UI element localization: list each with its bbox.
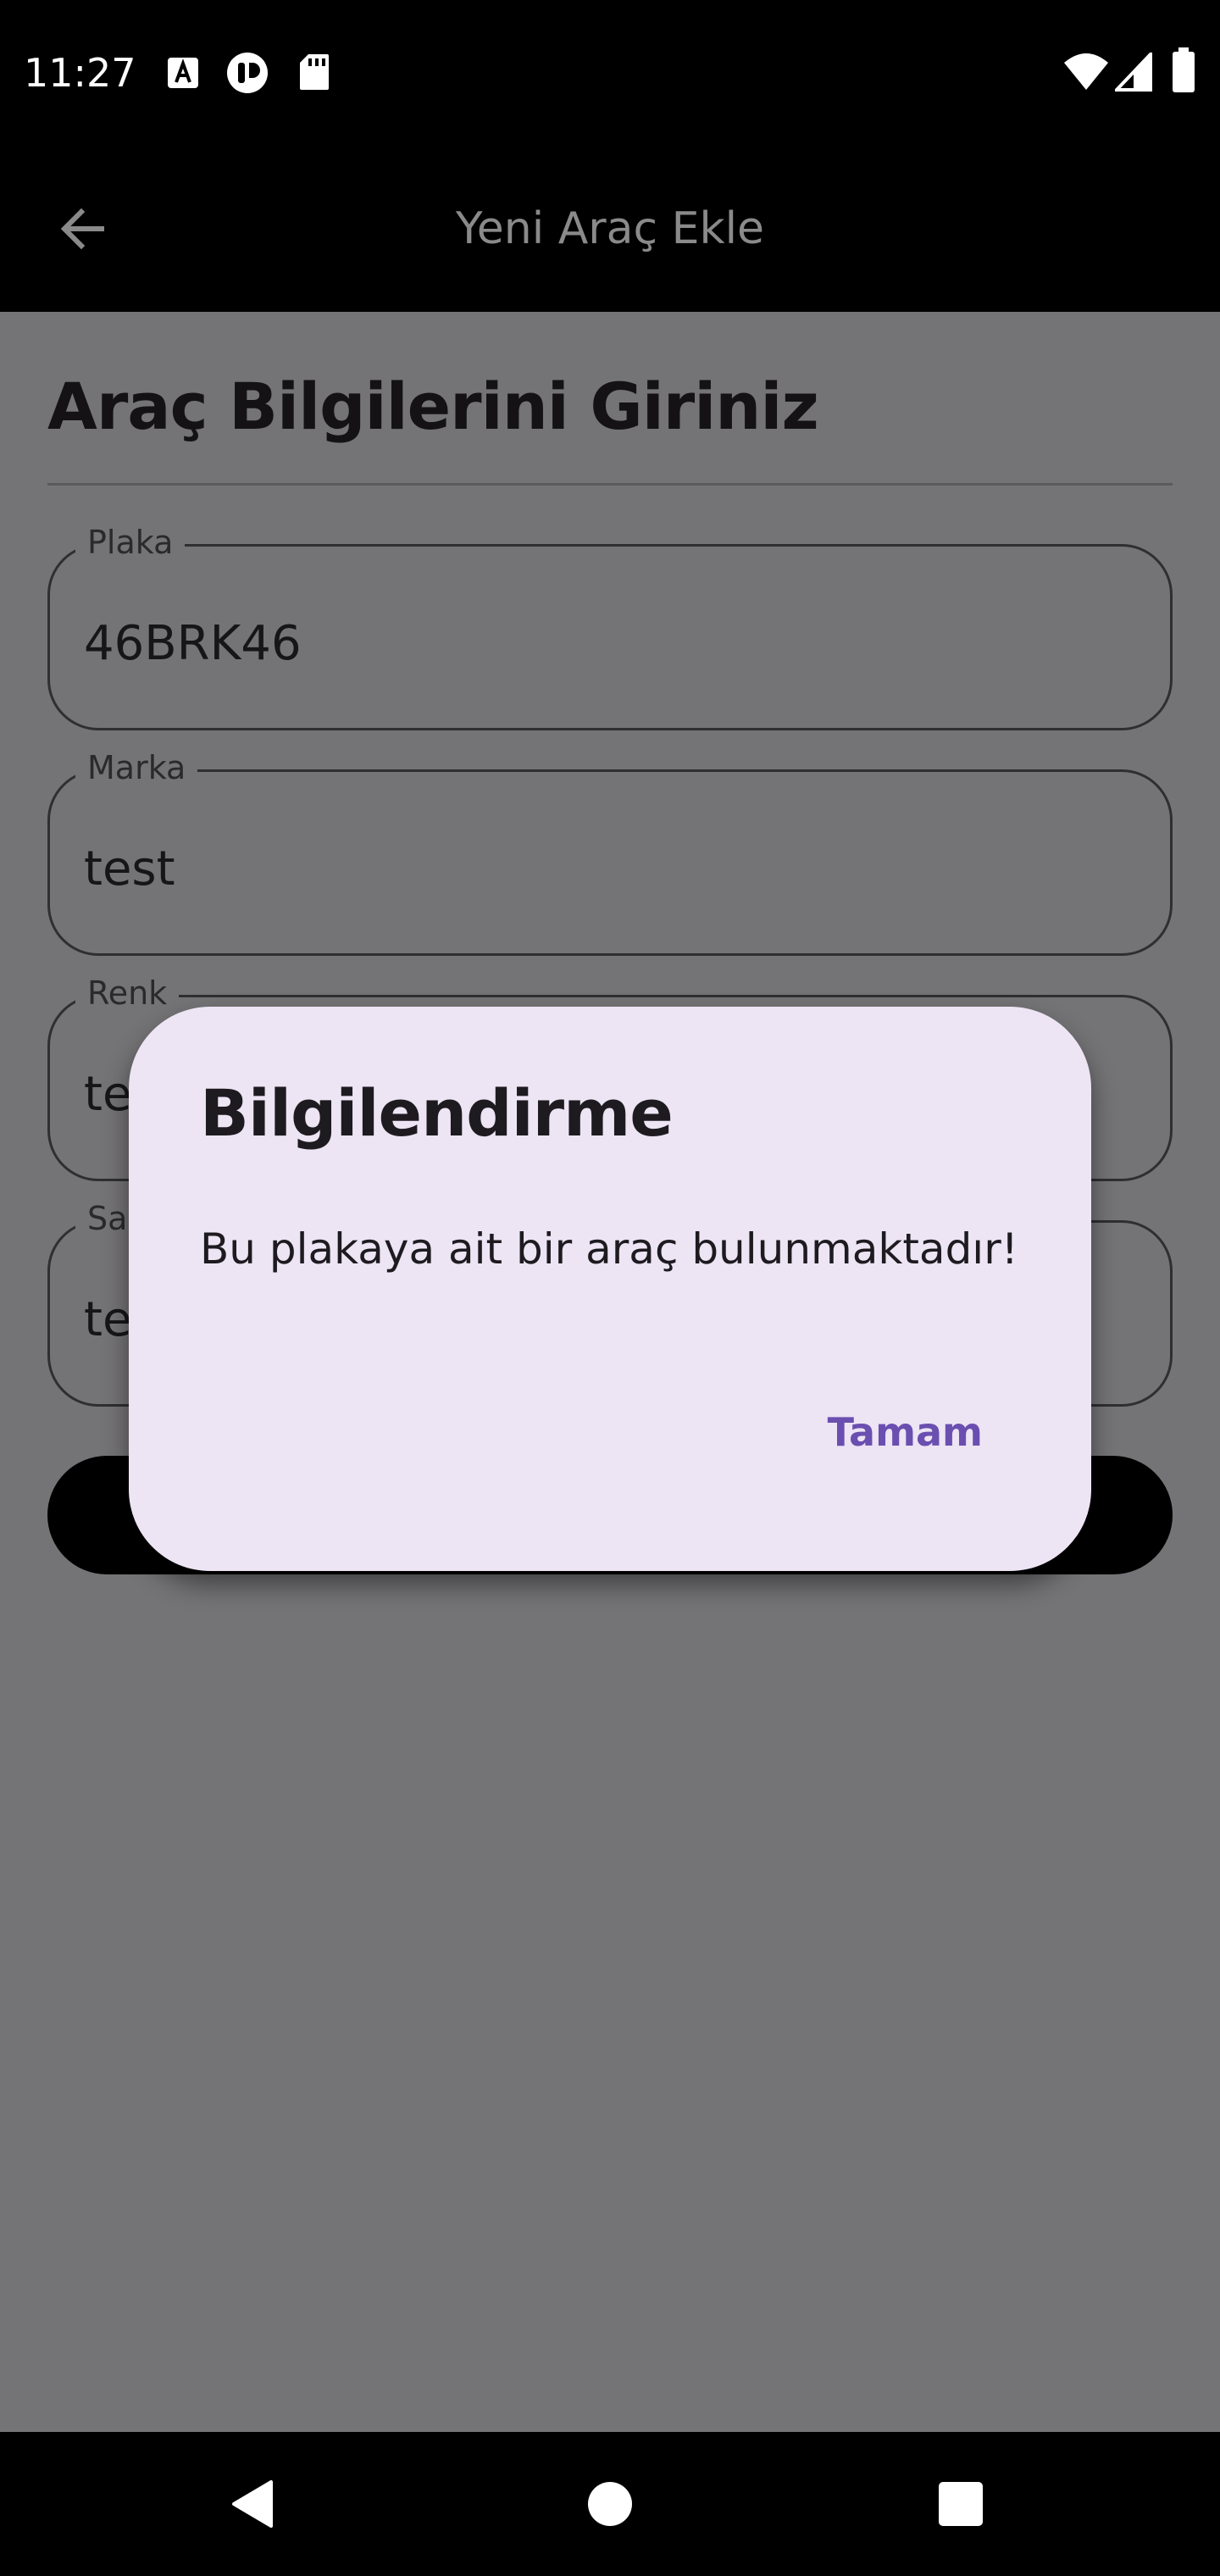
brand-field-label: Marka: [75, 747, 198, 789]
recents-square-icon: [939, 2482, 983, 2526]
dialog-title: Bilgilendirme: [200, 1075, 674, 1151]
status-bar: 11:27: [0, 0, 1220, 146]
brand-field-value: test: [84, 841, 175, 897]
nav-recents-button[interactable]: [876, 2432, 1045, 2576]
back-button[interactable]: [37, 183, 129, 275]
color-field-value: te: [84, 1067, 132, 1122]
info-dialog: Bilgilendirme Bu plakaya ait bir araç bu…: [129, 1007, 1091, 1571]
status-time: 11:27: [24, 50, 136, 96]
page-heading: Araç Bilgilerini Giriniz: [47, 369, 819, 444]
nav-home-button[interactable]: [525, 2432, 695, 2576]
app-bar: Yeni Araç Ekle: [0, 146, 1220, 312]
plate-field-value: 46BRK46: [84, 616, 302, 671]
app-bar-title: Yeni Araç Ekle: [455, 203, 765, 254]
dialog-message: Bu plakaya ait bir araç bulunmaktadır!: [200, 1224, 1018, 1274]
accessibility-icon: [227, 53, 268, 93]
nav-bar: [0, 2432, 1220, 2576]
arrow-left-icon: [60, 208, 104, 250]
cell-signal-icon: [1115, 53, 1152, 92]
plate-field-label: Plaka: [75, 521, 186, 564]
home-circle-icon: [588, 2482, 632, 2526]
divider: [47, 483, 1173, 486]
keyboard-a-icon: [168, 58, 198, 88]
screen: 11:27 Yeni Araç Ekle Araç Bilgilerini Gi…: [0, 0, 1220, 2576]
wifi-icon: [1064, 53, 1108, 90]
color-field-label: Renk: [75, 972, 180, 1014]
sd-card-icon: [300, 54, 329, 90]
plate-field[interactable]: Plaka 46BRK46: [47, 521, 1173, 730]
fourth-field-value: te: [84, 1292, 132, 1347]
brand-field[interactable]: Marka test: [47, 747, 1173, 956]
nav-back-button[interactable]: [169, 2432, 339, 2576]
battery-icon: [1173, 47, 1195, 92]
dialog-ok-button[interactable]: Tamam: [801, 1388, 1010, 1476]
back-triangle-icon: [232, 2480, 273, 2528]
